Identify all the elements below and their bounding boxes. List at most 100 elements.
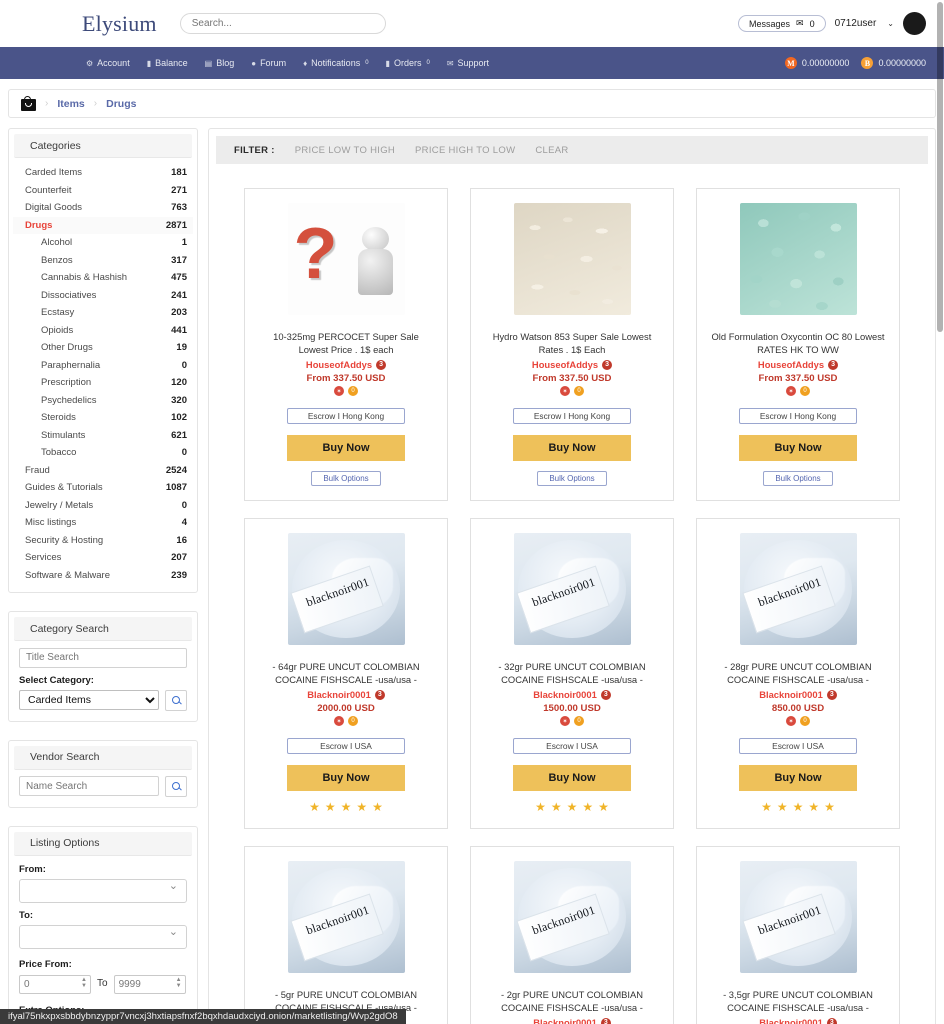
product-card[interactable]: blacknoir001- 5gr PURE UNCUT COLOMBIAN C… [244, 846, 448, 1024]
buy-now-button[interactable]: Buy Now [513, 435, 631, 461]
buy-now-button[interactable]: Buy Now [739, 435, 857, 461]
price-to-stepper[interactable]: ▲▼ [113, 974, 186, 994]
sidebar-category-benzos[interactable]: Benzos 317 [13, 252, 193, 270]
category-select[interactable]: Carded Items [19, 690, 159, 710]
username-label[interactable]: 0712user [835, 18, 877, 29]
product-vendor[interactable]: Blacknoir00013 [759, 1017, 837, 1024]
product-image[interactable]: blacknoir001 [287, 861, 405, 973]
sidebar-category-other-drugs[interactable]: Other Drugs 19 [13, 339, 193, 357]
product-vendor[interactable]: HouseofAddys 3 [532, 359, 613, 370]
price-from-stepper[interactable]: ▲▼ [19, 974, 91, 994]
sidebar-category-dissociatives[interactable]: Dissociatives 241 [13, 287, 193, 305]
sidebar-category-jewelry-metals[interactable]: Jewelry / Metals 0 [13, 497, 193, 515]
sidebar-category-guides-tutorials[interactable]: Guides & Tutorials 1087 [13, 479, 193, 497]
product-title[interactable]: - 3,5gr PURE UNCUT COLOMBIAN COCAINE FIS… [709, 989, 887, 1015]
vertical-scrollbar[interactable] [936, 0, 944, 1024]
bulk-options-button[interactable]: Bulk Options [311, 471, 381, 486]
chevron-down-icon[interactable]: ⌄ [887, 19, 894, 28]
filter-price-high-to-low[interactable]: PRICE HIGH TO LOW [415, 145, 515, 156]
sidebar-category-digital-goods[interactable]: Digital Goods 763 [13, 199, 193, 217]
sidebar-category-paraphernalia[interactable]: Paraphernalia 0 [13, 357, 193, 375]
messages-button[interactable]: Messages ✉ 0 [738, 15, 826, 32]
product-card[interactable]: Hydro Watson 853 Super Sale Lowest Rates… [470, 188, 674, 501]
product-title[interactable]: - 64gr PURE UNCUT COLOMBIAN COCAINE FISH… [257, 661, 435, 687]
product-vendor[interactable]: Blacknoir00013 [533, 689, 611, 700]
buy-now-button[interactable]: Buy Now [739, 765, 857, 791]
product-vendor[interactable]: HouseofAddys 3 [306, 359, 387, 370]
from-select[interactable] [19, 878, 187, 903]
nav-item-account[interactable]: ⚙ Account [86, 58, 130, 68]
sidebar-category-fraud[interactable]: Fraud 2524 [13, 462, 193, 480]
product-title[interactable]: - 2gr PURE UNCUT COLOMBIAN COCAINE FISHS… [483, 989, 661, 1015]
product-image[interactable]: blacknoir001 [739, 533, 857, 645]
buy-now-button[interactable]: Buy Now [513, 765, 631, 791]
nav-item-orders[interactable]: ▮ Orders 0 [386, 58, 430, 68]
product-image[interactable] [513, 203, 631, 315]
product-card[interactable]: blacknoir001 - 32gr PURE UNCUT COLOMBIAN … [470, 518, 674, 829]
product-title[interactable]: - 32gr PURE UNCUT COLOMBIAN COCAINE FISH… [483, 661, 661, 687]
sidebar-category-opioids[interactable]: Opioids 441 [13, 322, 193, 340]
sidebar-category-prescription[interactable]: Prescription 120 [13, 374, 193, 392]
product-image[interactable]: blacknoir001 [513, 533, 631, 645]
filter-price-low-to-high[interactable]: PRICE LOW TO HIGH [295, 145, 395, 156]
breadcrumb-item-items[interactable]: Items [57, 98, 84, 110]
nav-item-support[interactable]: ✉ Support [447, 58, 489, 68]
category-search-button[interactable] [165, 689, 187, 711]
vendor-search-button[interactable] [165, 775, 187, 797]
sidebar-category-ecstasy[interactable]: Ecstasy 203 [13, 304, 193, 322]
buy-now-button[interactable]: Buy Now [287, 435, 405, 461]
sidebar-category-services[interactable]: Services 207 [13, 549, 193, 567]
escrow-button[interactable]: Escrow I USA [513, 738, 631, 754]
sidebar-category-carded-items[interactable]: Carded Items 181 [13, 164, 193, 182]
product-image[interactable]: blacknoir001 [739, 861, 857, 973]
escrow-button[interactable]: Escrow I USA [739, 738, 857, 754]
vendor-name-search-input[interactable] [19, 776, 159, 796]
sidebar-category-cannabis-hashish[interactable]: Cannabis & Hashish 475 [13, 269, 193, 287]
filter-clear[interactable]: CLEAR [535, 145, 568, 156]
sidebar-category-stimulants[interactable]: Stimulants 621 [13, 427, 193, 445]
avatar[interactable] [903, 12, 926, 35]
sidebar-category-software-malware[interactable]: Software & Malware 239 [13, 567, 193, 585]
escrow-button[interactable]: Escrow I Hong Kong [739, 408, 857, 424]
nav-item-forum[interactable]: ● Forum [251, 58, 286, 68]
product-vendor[interactable]: Blacknoir00013 [759, 689, 837, 700]
escrow-button[interactable]: Escrow I USA [287, 738, 405, 754]
site-logo[interactable]: Elysium [82, 11, 157, 37]
product-title[interactable]: Hydro Watson 853 Super Sale Lowest Rates… [483, 331, 661, 357]
global-search-input[interactable] [179, 13, 386, 34]
product-vendor[interactable]: Blacknoir00013 [307, 689, 385, 700]
product-card[interactable]: Old Formulation Oxycontin OC 80 Lowest R… [696, 188, 900, 501]
buy-now-button[interactable]: Buy Now [287, 765, 405, 791]
product-image[interactable]: blacknoir001 [513, 861, 631, 973]
sidebar-category-counterfeit[interactable]: Counterfeit 271 [13, 182, 193, 200]
shopping-bag-icon[interactable] [21, 96, 36, 111]
product-card[interactable]: ? 10-325mg PERCOCET Super Sale Lowest Pri… [244, 188, 448, 501]
sidebar-category-tobacco[interactable]: Tobacco 0 [13, 444, 193, 462]
sidebar-category-misc-listings[interactable]: Misc listings 4 [13, 514, 193, 532]
sidebar-category-drugs[interactable]: Drugs 2871 [13, 216, 193, 234]
sidebar-category-security-hosting[interactable]: Security & Hosting 16 [13, 532, 193, 550]
scrollbar-thumb[interactable] [937, 2, 943, 332]
to-select[interactable] [19, 924, 187, 949]
product-title[interactable]: - 28gr PURE UNCUT COLOMBIAN COCAINE FISH… [709, 661, 887, 687]
product-image[interactable] [739, 203, 857, 315]
product-vendor[interactable]: Blacknoir00013 [533, 1017, 611, 1024]
wallet-bitcoin[interactable]: B 0.00000000 [861, 57, 926, 69]
product-title[interactable]: Old Formulation Oxycontin OC 80 Lowest R… [709, 331, 887, 357]
product-vendor[interactable]: HouseofAddys 3 [758, 359, 839, 370]
bulk-options-button[interactable]: Bulk Options [763, 471, 833, 486]
product-image[interactable]: ? [287, 203, 405, 315]
product-card[interactable]: blacknoir001 - 3,5gr PURE UNCUT COLOMBIAN… [696, 846, 900, 1024]
nav-item-notifications[interactable]: ♦ Notifications 0 [303, 58, 368, 68]
escrow-button[interactable]: Escrow I Hong Kong [513, 408, 631, 424]
product-image[interactable]: blacknoir001 [287, 533, 405, 645]
nav-item-blog[interactable]: ▤ Blog [205, 58, 235, 68]
breadcrumb-item-drugs[interactable]: Drugs [106, 98, 136, 110]
sidebar-category-psychedelics[interactable]: Psychedelics 320 [13, 392, 193, 410]
product-card[interactable]: blacknoir001 - 2gr PURE UNCUT COLOMBIAN C… [470, 846, 674, 1024]
bulk-options-button[interactable]: Bulk Options [537, 471, 607, 486]
wallet-monero[interactable]: M 0.00000000 [784, 57, 849, 69]
escrow-button[interactable]: Escrow I Hong Kong [287, 408, 405, 424]
product-title[interactable]: 10-325mg PERCOCET Super Sale Lowest Pric… [257, 331, 435, 357]
category-title-search-input[interactable] [19, 647, 187, 668]
